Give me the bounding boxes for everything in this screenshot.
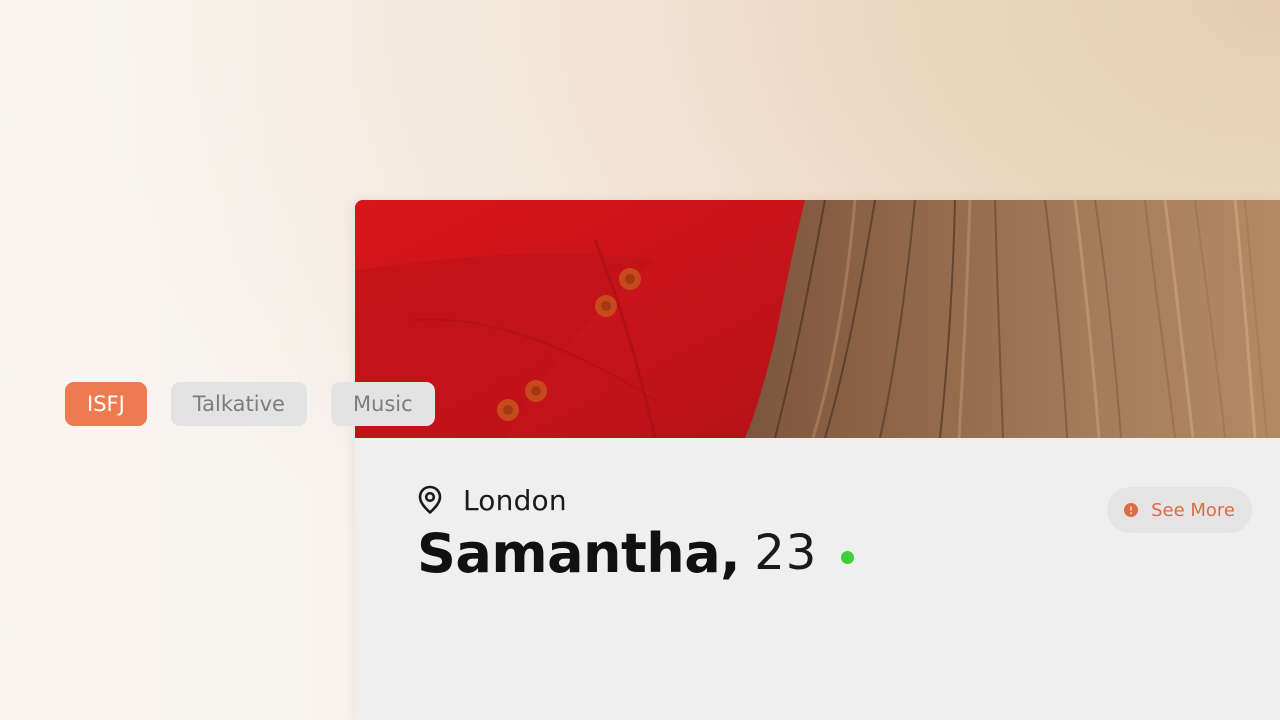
tag-isfj[interactable]: ISFJ	[65, 382, 147, 426]
map-pin-icon	[417, 485, 443, 515]
profile-info: London Samantha, 23 See More	[355, 438, 1280, 720]
personality-tags: ISFJ Talkative Music	[65, 382, 435, 426]
profile-photo[interactable]	[355, 200, 1280, 438]
name-row: Samantha, 23	[417, 521, 855, 585]
online-status-dot	[841, 550, 855, 564]
tag-talkative[interactable]: Talkative	[170, 382, 307, 426]
info-icon	[1124, 503, 1139, 517]
location-label: London	[463, 483, 567, 517]
see-more-button[interactable]: See More	[1107, 487, 1252, 533]
tag-music[interactable]: Music	[330, 382, 435, 426]
profile-card[interactable]: London Samantha, 23 See More	[355, 200, 1280, 720]
location-row: London	[417, 482, 567, 518]
profile-name: Samantha,	[417, 521, 741, 585]
see-more-label: See More	[1151, 499, 1235, 521]
profile-age: 23	[754, 525, 818, 581]
